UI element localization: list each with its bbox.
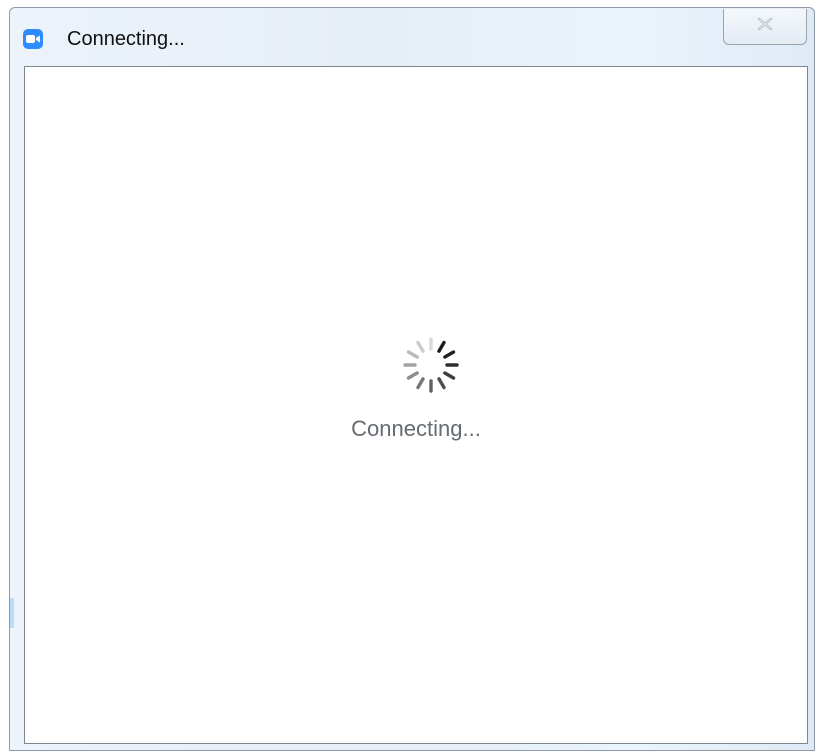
connecting-status-text: Connecting... (351, 416, 481, 441)
close-button[interactable] (723, 9, 807, 45)
window-title: Connecting... (67, 28, 185, 50)
connecting-window: Connecting... Connecting... (9, 7, 815, 751)
window-edge-highlight (10, 598, 14, 628)
zoom-video-icon (23, 29, 43, 49)
loading-spinner-icon (403, 337, 459, 393)
close-icon (756, 17, 774, 36)
main-content: Connecting... (24, 66, 808, 744)
title-bar[interactable]: Connecting... (10, 8, 814, 66)
